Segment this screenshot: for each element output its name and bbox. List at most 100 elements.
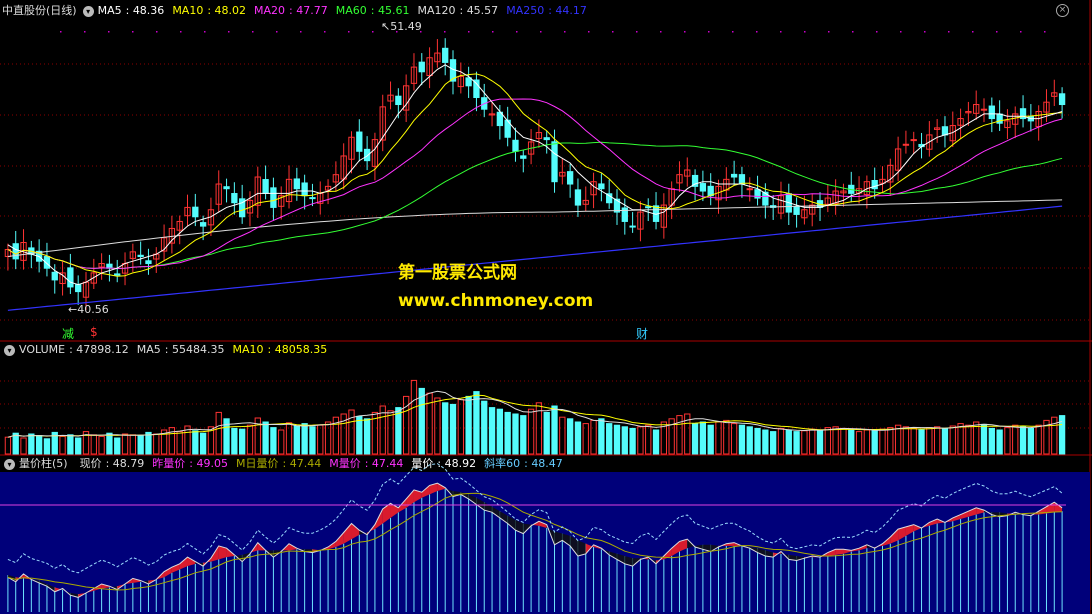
volume-bar	[613, 424, 621, 455]
volume-bar	[309, 426, 316, 455]
candle-body	[363, 148, 371, 162]
candle-body	[75, 284, 82, 293]
candle-body	[566, 171, 574, 185]
volume-bar	[457, 399, 464, 455]
dot-marker	[108, 31, 110, 33]
low-annotation: ←40.56	[68, 303, 109, 316]
vp-mday-label: M日量价: 47.44	[236, 457, 322, 470]
volume-bar	[949, 425, 956, 455]
dot-marker	[996, 31, 998, 33]
marker-dollar: $	[90, 325, 98, 339]
volume-bar	[301, 423, 308, 455]
candle-body	[199, 222, 207, 227]
candle-body	[418, 61, 425, 73]
volume-panel	[4, 379, 1066, 455]
ma10-label: MA10: 48.02	[172, 4, 247, 17]
volume-bar	[582, 423, 589, 455]
chevron-down-icon[interactable]: ▾	[4, 458, 15, 470]
volume-bar	[926, 427, 933, 455]
high-annotation: ↖51.49	[381, 20, 422, 33]
volume-bar	[28, 433, 35, 455]
volume-bar	[137, 435, 144, 455]
candle-body	[301, 182, 308, 197]
volume-bar	[324, 421, 332, 455]
volume-bar	[20, 437, 27, 455]
candle-body	[574, 189, 582, 206]
volume-bar	[246, 424, 254, 455]
candle-body	[442, 47, 449, 63]
volume-bar	[887, 427, 894, 455]
volume-bar	[153, 433, 160, 455]
vol-ma5-label: MA5: 55484.35	[136, 343, 225, 356]
volume-bar	[278, 429, 285, 455]
candle-body	[51, 271, 58, 281]
volume-bar	[410, 379, 418, 455]
volume-bar	[637, 426, 644, 455]
dot-marker	[60, 31, 62, 33]
volume-bar	[738, 424, 746, 455]
chevron-down-icon[interactable]: ▾	[4, 344, 15, 356]
volume-bar	[75, 437, 82, 455]
candle-body	[543, 137, 550, 141]
dot-marker	[708, 31, 710, 33]
vp-panel-header: ▾ 量价柱(5) 现价: 48.79 昨量价: 49.05 M日量价: 47.44 M量价…	[2, 456, 571, 472]
candle-body	[270, 187, 277, 208]
volume-bar	[434, 397, 441, 455]
volume-bar	[566, 418, 574, 455]
volume-bar	[918, 429, 925, 455]
marker-reduce: 减	[62, 327, 75, 341]
volume-bar	[863, 429, 871, 455]
candle-body	[988, 105, 995, 120]
volume-price-panel	[0, 463, 1090, 614]
volume-bar	[496, 408, 504, 455]
volume-bar	[1019, 426, 1027, 455]
volume-bar	[933, 426, 941, 455]
dot-marker	[828, 31, 830, 33]
candle-body	[1058, 93, 1066, 106]
candle-body	[551, 141, 558, 183]
volume-bar	[59, 435, 66, 455]
candle-body	[645, 206, 652, 209]
dot-marker	[948, 31, 950, 33]
candle-body	[356, 131, 363, 152]
candle-body	[980, 108, 988, 111]
ma60-line	[7, 141, 1063, 270]
candle-body	[520, 155, 527, 159]
volume-bar	[809, 428, 816, 455]
dot-marker	[444, 31, 446, 33]
candle-body	[699, 183, 707, 192]
candle-body	[223, 186, 230, 190]
dot-marker	[684, 31, 686, 33]
vol-ma10-label: MA10: 48058.35	[232, 343, 328, 356]
volume-bar	[192, 430, 199, 455]
dot-marker	[252, 31, 254, 33]
dot-marker	[180, 31, 182, 33]
dot-marker	[300, 31, 302, 33]
dot-marker	[84, 31, 86, 33]
price-panel-header: 中直股份(日线) ▾ MA5: 48.36 MA10: 48.02 MA20: 47.7…	[2, 3, 595, 19]
volume-bar	[699, 421, 707, 455]
dot-marker	[1020, 31, 1022, 33]
dot-marker	[972, 31, 974, 33]
volume-bar	[715, 421, 722, 455]
ma10-line	[7, 73, 1063, 277]
chevron-down-icon[interactable]: ▾	[82, 5, 94, 17]
dot-marker	[372, 31, 374, 33]
volume-bar	[894, 424, 902, 455]
volume-bar	[473, 391, 480, 455]
candle-body	[598, 183, 605, 190]
close-icon[interactable]: ×	[1056, 4, 1069, 17]
vp-m-label: M量价: 47.44	[329, 457, 404, 470]
dot-marker	[564, 31, 566, 33]
candle-body	[465, 77, 472, 87]
volume-ma10-line	[7, 394, 1063, 438]
volume-bar	[488, 407, 496, 455]
candle-body	[262, 179, 269, 194]
ma120-label: MA120: 45.57	[417, 4, 499, 17]
volume-label: VOLUME: 47898.12	[19, 343, 129, 356]
volume-bar	[816, 429, 824, 455]
volume-bar	[285, 422, 293, 455]
volume-bar	[629, 427, 636, 455]
volume-bar	[43, 438, 51, 455]
volume-bar	[941, 427, 949, 455]
